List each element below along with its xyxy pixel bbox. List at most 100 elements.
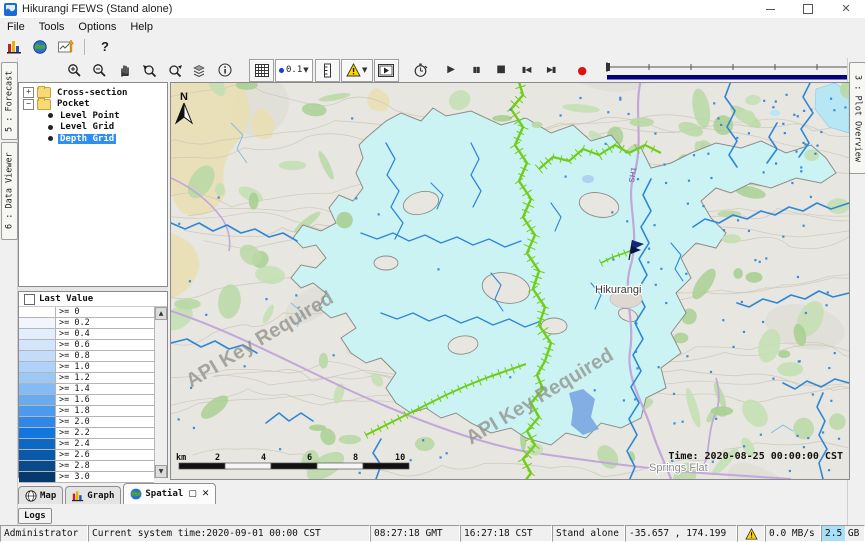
minimize-button[interactable] [751,0,789,18]
status-gmt-time: 08:27:18 GMT [370,525,460,542]
status-warning[interactable] [737,525,765,542]
legend-row: >= 1.6 [19,395,154,406]
explorer-button[interactable] [2,37,26,57]
maximize-button[interactable] [789,0,827,18]
legend-swatch [19,472,56,482]
spatial-display-button[interactable] [28,37,52,57]
menu-file[interactable]: File [0,21,32,33]
tab-plot-overview[interactable]: 3 : Plot Overview [849,62,865,174]
tree-item-level-point[interactable]: Level Point [19,110,167,122]
play-button[interactable]: ▶ [439,59,464,82]
zoom-in-button[interactable] [62,59,87,82]
interval-dropdown[interactable]: 0.1 ▼ [275,59,313,82]
tab-data-viewer[interactable]: 6 : Data Viewer [1,142,18,240]
record-button[interactable]: ● [570,59,595,82]
svg-text:8: 8 [353,453,358,463]
layer-tree-panel: + Cross-section − Pocket Level Point Lev… [18,82,168,287]
node-bullet-icon [48,136,53,141]
legend-row: >= 2.0 [19,417,154,428]
tab-spatial[interactable]: Spatial ▢ ✕ [123,483,216,504]
legend-scrollbar[interactable]: ▲ ▼ [154,307,167,478]
svg-text:km: km [176,453,186,463]
legend-swatch [19,329,56,339]
grid-display-button[interactable] [249,59,274,82]
menu-bar: File Tools Options Help [0,18,865,36]
legend-swatch [19,362,56,372]
expand-icon[interactable]: + [23,87,34,98]
help-button[interactable]: ? [93,37,117,57]
app-window: Hikurangi FEWS (Stand alone) ✕ File Tool… [0,0,865,542]
map-time-label: Time: 2020-08-25 00:00:00 CST [668,450,843,462]
svg-text:2: 2 [215,453,220,463]
status-coordinates: -35.657 , 174.199 [625,525,737,542]
warning-icon [346,63,361,77]
pan-button[interactable] [112,59,137,82]
step-forward-button[interactable]: ▶▮ [539,59,564,82]
menu-options[interactable]: Options [71,21,123,33]
hand-icon [118,63,132,77]
tree-item-pocket[interactable]: − Pocket [19,99,167,111]
scale-bar-button[interactable] [315,59,340,82]
close-icon: ✕ [841,4,850,14]
legend-swatch [19,351,56,361]
legend-row: >= 1.8 [19,406,154,417]
status-download-rate: 0.0 MB/s [765,525,821,542]
timer-button[interactable] [408,59,433,82]
timeline-handle[interactable] [606,63,610,71]
status-user: Administrator [0,525,88,542]
info-button[interactable] [212,59,237,82]
logs-button[interactable]: Logs [18,508,52,524]
tree-item-level-grid[interactable]: Level Grid [19,122,167,134]
scroll-down-icon[interactable]: ▼ [155,465,167,478]
zoom-out-icon [92,63,107,78]
pause-icon: ▮▮ [473,66,480,74]
tree-item-depth-grid[interactable]: Depth Grid [19,133,167,145]
svg-text:6: 6 [307,453,312,463]
left-tab-strip: 5 : Forecast 6 : Data Viewer [0,58,18,525]
svg-text:10: 10 [395,453,405,463]
undock-icon[interactable]: ▢ [188,489,197,499]
logs-row: Logs [18,505,848,523]
close-tab-icon[interactable]: ✕ [202,489,210,499]
stop-button[interactable]: ■ [489,59,514,82]
step-back-button[interactable]: ▮◀ [514,59,539,82]
timeline-slider[interactable] [603,60,865,81]
help-icon: ? [101,39,109,54]
stopwatch-icon [413,63,428,78]
tab-forecast[interactable]: 5 : Forecast [1,62,18,140]
scroll-up-icon[interactable]: ▲ [155,307,167,320]
zoom-previous-button[interactable] [137,59,162,82]
map-view[interactable]: SH1 Hikurangi Springs Flat API Key Requi… [170,82,850,480]
legend-swatch [19,439,56,449]
layers-icon [192,63,207,77]
last-value-checkbox[interactable] [24,294,35,305]
timeseries-dialog-button[interactable] [54,37,78,57]
legend-row: >= 2.2 [19,428,154,439]
status-memory[interactable]: 2.5 GB [821,525,865,542]
bottom-tab-bar: Map Graph Spatial ▢ ✕ [18,483,848,504]
legend-row: >= 1.4 [19,384,154,395]
animation-button[interactable] [374,59,399,82]
zoom-previous-icon [142,63,158,78]
locality-label: Springs Flat [649,462,708,474]
toolbar-separator [84,39,85,55]
layers-button[interactable] [187,59,212,82]
zoom-next-button[interactable] [162,59,187,82]
zoom-out-button[interactable] [87,59,112,82]
legend-row: >= 1.2 [19,373,154,384]
globe-icon [25,490,37,502]
tab-graph[interactable]: Graph [65,486,121,504]
map-canvas[interactable]: SH1 Hikurangi Springs Flat API Key Requi… [171,83,849,479]
legend-swatch [19,340,56,350]
collapse-icon[interactable]: − [23,99,34,110]
pause-button[interactable]: ▮▮ [464,59,489,82]
menu-tools[interactable]: Tools [32,21,72,33]
town-label: Hikurangi [595,284,641,296]
title-bar: Hikurangi FEWS (Stand alone) ✕ [0,0,865,18]
tab-map[interactable]: Map [18,486,63,504]
menu-help[interactable]: Help [123,21,160,33]
grid-icon [255,64,269,77]
legend-row: >= 2.4 [19,439,154,450]
close-button[interactable]: ✕ [827,0,865,18]
warning-dropdown-button[interactable]: ▼ [341,59,373,82]
